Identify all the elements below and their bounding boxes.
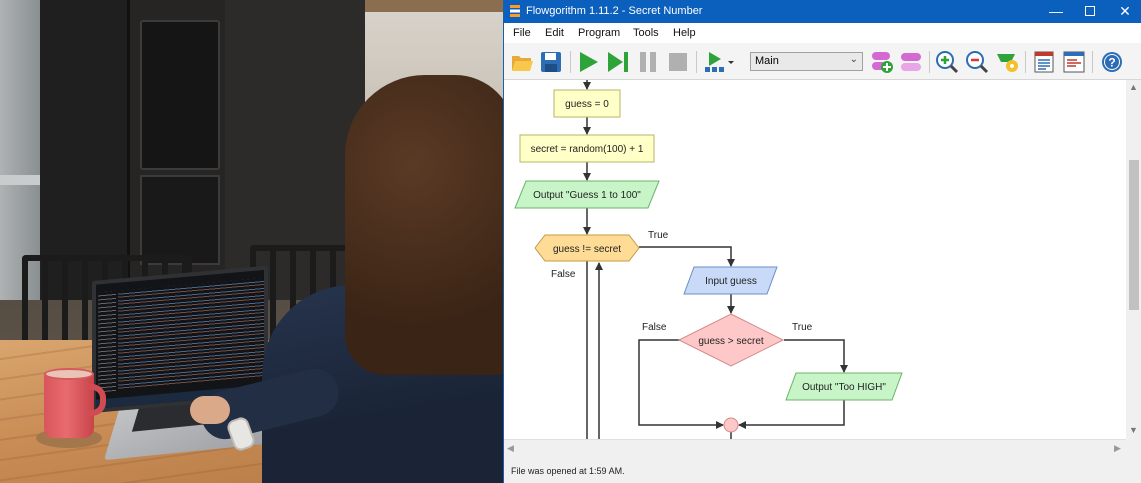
function-select[interactable]: Main ⌄ [750,52,863,71]
remove-function-icon[interactable] [899,50,923,74]
output-label: Output "Too HIGH" [802,382,886,393]
horizontal-scrollbar[interactable]: ◀ ▶ [504,439,1126,456]
flowchart-canvas[interactable]: guess = 0 secret = random(100) + 1 Outpu… [504,80,1126,439]
if-false-label: False [642,322,667,333]
scroll-up-icon[interactable]: ▲ [1129,82,1138,92]
flowgorithm-window: Flowgorithm 1.11.2 - Secret Number — ✕ F… [503,0,1141,483]
save-icon[interactable] [539,50,563,74]
if-true-label: True [792,322,813,333]
close-button[interactable]: ✕ [1108,0,1141,23]
loop-true-arrow [639,246,735,267]
photo-oven [140,175,220,265]
toolbar-separator [929,51,930,73]
scroll-right-icon[interactable]: ▶ [1114,443,1121,454]
title-bar[interactable]: Flowgorithm 1.11.2 - Secret Number — ✕ [504,0,1141,23]
zoom-in-icon[interactable] [935,50,959,74]
vertical-scrollbar[interactable]: ▲ ▼ [1126,80,1141,439]
photo-person-hand [190,396,230,424]
vertical-scroll-thumb[interactable] [1129,160,1139,310]
window-title: Flowgorithm 1.11.2 - Secret Number [526,5,703,17]
stop-icon[interactable] [666,50,690,74]
svg-text:?: ? [1108,56,1115,70]
photo-oven [140,20,220,170]
flow-arrow [738,400,845,429]
flowchart-diagram: guess = 0 secret = random(100) + 1 Outpu… [514,80,903,439]
layout-icon[interactable] [995,50,1019,74]
photo-code-lines [118,277,268,391]
photo-code-sidebar [98,290,116,393]
run-icon[interactable] [576,50,600,74]
photo-shelf [365,0,503,12]
function-select-value: Main [755,55,779,67]
toolbar-separator [696,51,697,73]
menu-bar: File Edit Program Tools Help [504,23,1141,43]
scroll-left-icon[interactable]: ◀ [507,443,514,454]
photo-counter [0,175,40,185]
toolbar-separator [1092,51,1093,73]
run-speed-icon[interactable] [703,50,735,74]
photo-mug-rim [44,368,94,380]
maximize-icon [1085,6,1095,16]
step-icon[interactable] [606,50,630,74]
menu-help[interactable]: Help [673,27,696,39]
status-message: File was opened at 1:59 AM. [511,466,625,476]
if-condition-label: guess > secret [698,336,764,347]
maximize-button[interactable] [1073,0,1107,23]
assign-label: secret = random(100) + 1 [531,144,644,155]
toolbar-separator [570,51,571,73]
source-code-icon[interactable] [1032,50,1056,74]
menu-tools[interactable]: Tools [633,27,659,39]
kitchen-laptop-photo [0,0,503,483]
if-true-arrow [784,339,848,373]
output-label: Output "Guess 1 to 100" [533,190,641,201]
open-folder-icon[interactable] [510,50,534,74]
scrollbar-corner [1126,439,1141,456]
menu-edit[interactable]: Edit [545,27,564,39]
while-condition-label: guess != secret [553,244,621,255]
add-function-icon[interactable] [870,50,894,74]
input-label: Input guess [705,276,757,287]
toolbar-separator [1025,51,1026,73]
help-icon[interactable]: ? [1100,50,1124,74]
assign-label: guess = 0 [565,99,609,110]
photo-person-hair [345,75,503,375]
loop-true-label: True [648,230,669,241]
scroll-down-icon[interactable]: ▼ [1129,425,1138,435]
loop-false-label: False [551,269,576,280]
toolbar: Main ⌄ ? [504,43,1141,80]
photo-mug [44,372,94,438]
minimize-button[interactable]: — [1039,0,1073,23]
pause-icon[interactable] [636,50,660,74]
chevron-down-icon: ⌄ [849,54,858,65]
menu-file[interactable]: File [513,27,531,39]
console-icon[interactable] [1062,50,1086,74]
if-join-node [723,417,739,433]
status-bar: File was opened at 1:59 AM. [504,456,1141,483]
zoom-out-icon[interactable] [965,50,989,74]
menu-program[interactable]: Program [578,27,620,39]
screenshot-root: Flowgorithm 1.11.2 - Secret Number — ✕ F… [0,0,1141,483]
flowgorithm-logo-icon [510,5,520,17]
